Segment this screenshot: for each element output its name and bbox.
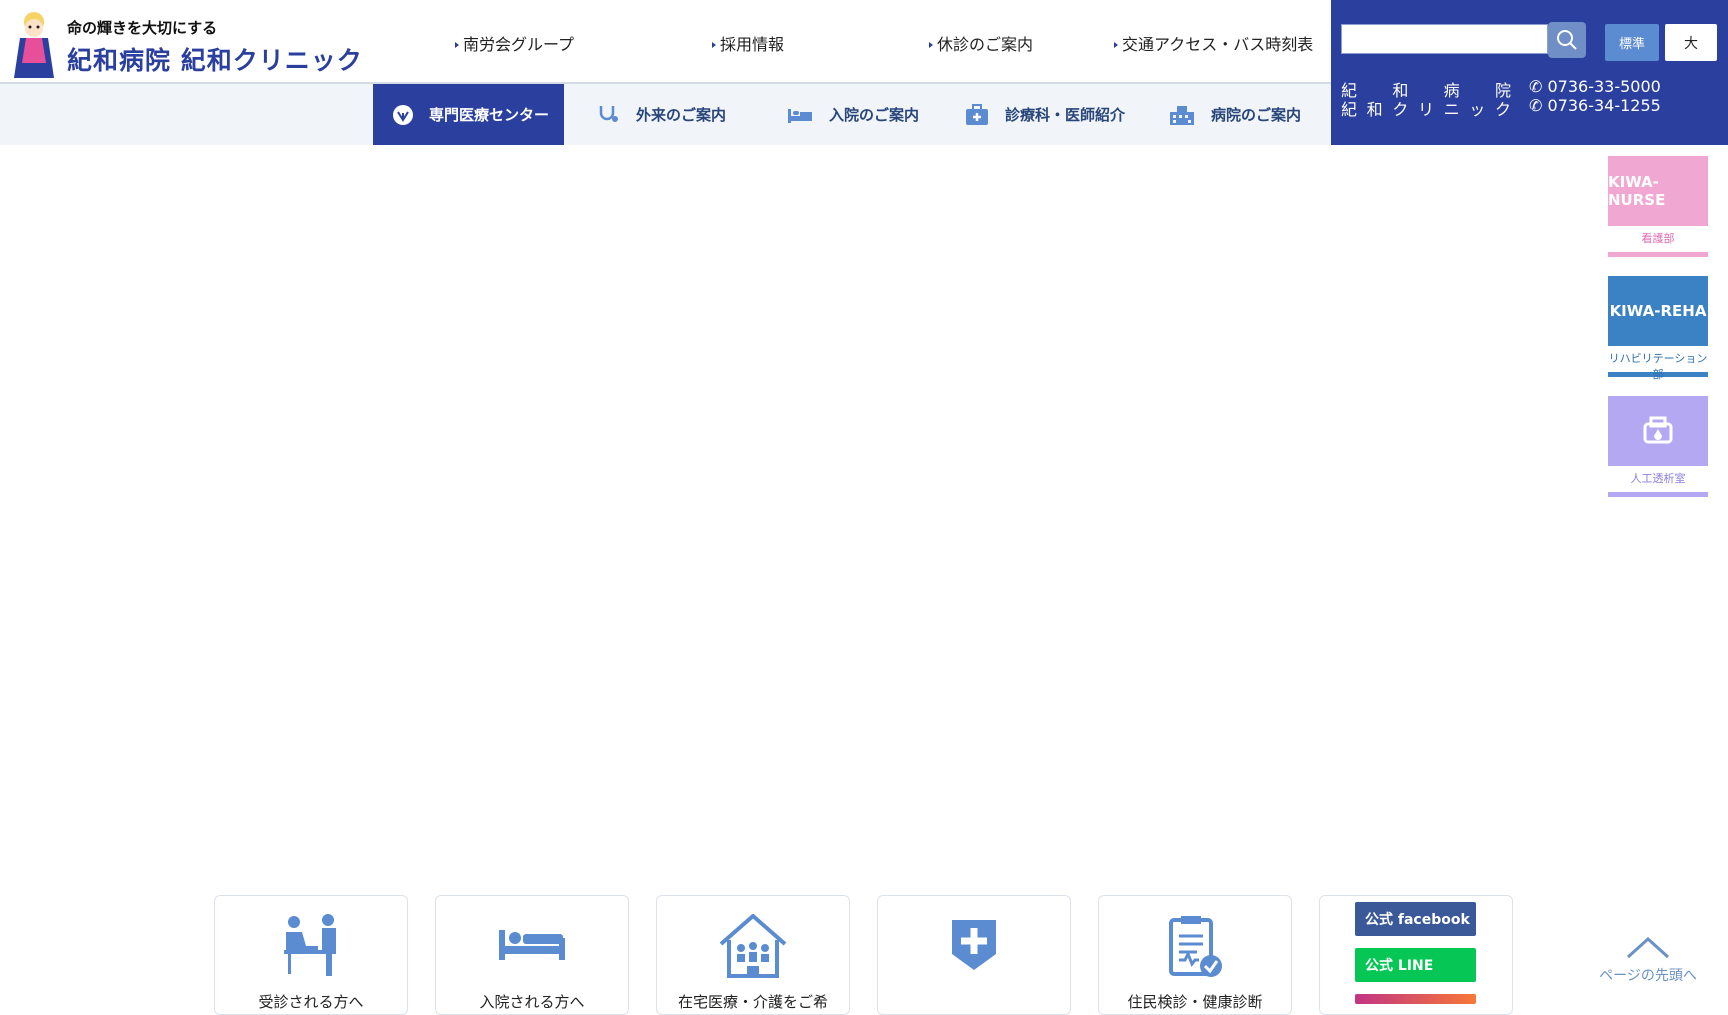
line-button[interactable]: 公式 LINE: [1355, 948, 1476, 982]
char: ク: [1392, 100, 1409, 119]
phone-number: 0736-33-5000: [1547, 77, 1661, 96]
bed-icon: [788, 108, 812, 123]
side-banner-nurse[interactable]: KIWA-NURSE 看護部: [1608, 156, 1708, 257]
back-to-top-label: ページの先頭へ: [1599, 968, 1697, 984]
medical-bag-icon: [966, 103, 988, 125]
sns-label: 公式 LINE: [1365, 958, 1434, 974]
char: 紀: [1341, 100, 1358, 119]
phone-icon: ✆: [1529, 77, 1543, 96]
banner-image: KIWA-REHA: [1608, 276, 1708, 346]
phone-number-hospital[interactable]: ✆ 0736-33-5000: [1529, 77, 1661, 96]
font-size-standard-button[interactable]: 標準: [1605, 24, 1659, 61]
char: リ: [1417, 100, 1434, 119]
back-to-top-button[interactable]: ページの先頭へ: [1588, 935, 1708, 985]
sub-nav-specialty-center[interactable]: 専門医療センター: [393, 84, 549, 145]
dialysis-icon: [1643, 416, 1673, 444]
card-health-check[interactable]: 住民検診・健康診断: [1098, 895, 1292, 1015]
stethoscope-icon: [599, 105, 618, 122]
top-nav-group[interactable]: 南労会グループ: [455, 31, 574, 55]
banner-caption: 看護部: [1641, 232, 1675, 245]
search-input[interactable]: [1341, 24, 1548, 54]
card-home-care[interactable]: 在宅医療・介護をご希: [656, 895, 850, 1015]
phone-number: 0736-34-1255: [1547, 96, 1661, 115]
banner-caption: リハビリテーション部: [1608, 352, 1708, 381]
instagram-button[interactable]: [1355, 994, 1476, 1004]
side-banner-dialysis[interactable]: 人工透析室: [1608, 396, 1708, 497]
facebook-button[interactable]: 公式 facebook: [1355, 902, 1476, 936]
top-nav-recruit[interactable]: 採用情報: [712, 31, 784, 55]
consultation-icon: [284, 914, 336, 976]
card-inpatient[interactable]: 入院される方へ: [435, 895, 629, 1015]
font-size-large-button[interactable]: 大: [1665, 24, 1717, 61]
banner-caption: 人工透析室: [1630, 472, 1686, 485]
char: ク: [1494, 100, 1511, 119]
banner-image: KIWA-NURSE: [1608, 156, 1708, 226]
home-care-icon: [719, 914, 787, 978]
phone-name-clinic: 紀 和 ク リ ニ ッ ク: [1341, 96, 1511, 120]
sub-nav-departments[interactable]: 診療科・医師紹介: [965, 84, 1125, 145]
site-name[interactable]: 紀和病院 紀和クリニック: [67, 41, 363, 77]
tagline: 命の輝きを大切にする: [67, 19, 218, 37]
char: ッ: [1469, 100, 1486, 119]
sub-nav-label: 専門医療センター: [429, 106, 550, 124]
sub-nav-hospital-info[interactable]: 病院のご案内: [1169, 84, 1301, 145]
leaf-icon: [393, 104, 413, 125]
bed-icon: [499, 930, 565, 960]
utility-panel: [1331, 0, 1728, 145]
search-button[interactable]: [1548, 22, 1586, 58]
sns-label: 公式 facebook: [1365, 912, 1470, 928]
top-nav-access[interactable]: 交通アクセス・バス時刻表: [1114, 31, 1313, 55]
mascot-logo-icon[interactable]: [8, 8, 60, 80]
card-emergency[interactable]: [877, 895, 1071, 1015]
banner-image: [1608, 396, 1708, 466]
sub-nav-label: 診療科・医師紹介: [1005, 106, 1126, 124]
top-nav-closure[interactable]: 休診のご案内: [929, 31, 1033, 55]
chevron-up-icon: [1626, 936, 1670, 959]
header: 命の輝きを大切にする 紀和病院 紀和クリニック 南労会グループ 採用情報 休診の…: [0, 0, 1331, 84]
phone-number-clinic[interactable]: ✆ 0736-34-1255: [1529, 96, 1661, 115]
banner-underline: [1608, 492, 1708, 497]
hospital-icon: [1170, 105, 1194, 125]
card-label: 住民検診・健康診断: [1127, 993, 1263, 1011]
search-icon: [1557, 30, 1577, 50]
phone-icon: ✆: [1529, 96, 1543, 115]
sub-nav-inpatient[interactable]: 入院のご案内: [787, 84, 919, 145]
emergency-shield-icon: [952, 920, 996, 970]
card-outpatient[interactable]: 受診される方へ: [214, 895, 408, 1015]
sub-nav-label: 病院のご案内: [1211, 106, 1302, 124]
char: 和: [1366, 100, 1383, 119]
sub-nav-label: 入院のご案内: [829, 106, 920, 124]
side-banner-reha[interactable]: KIWA-REHA リハビリテーション部: [1608, 276, 1708, 381]
card-label: 入院される方へ: [479, 993, 585, 1011]
char: ニ: [1443, 100, 1460, 119]
card-label: 在宅医療・介護をご希: [677, 993, 828, 1011]
sub-nav-label: 外来のご案内: [636, 106, 727, 124]
card-label: 受診される方へ: [258, 993, 364, 1011]
banner-underline: [1608, 252, 1708, 257]
sub-nav-outpatient[interactable]: 外来のご案内: [596, 84, 726, 145]
checklist-icon: [1169, 916, 1222, 977]
